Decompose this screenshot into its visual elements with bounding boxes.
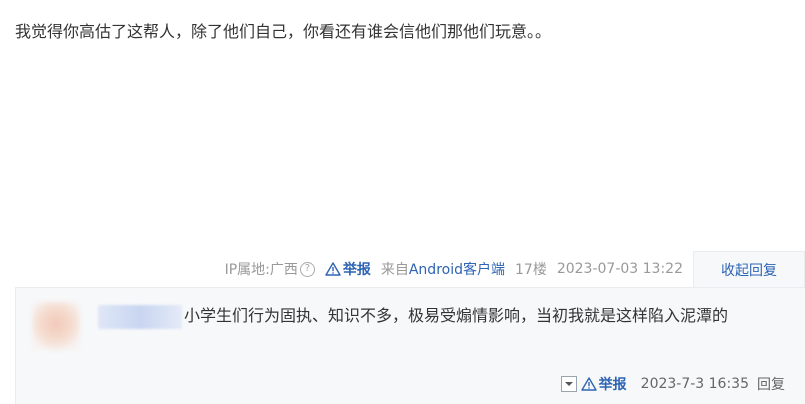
post-meta-bar: IP属地:广西 ? 举报 来自Android客户端 17楼 2023-07-03… bbox=[0, 251, 805, 287]
collapse-replies-button[interactable]: 收起回复 bbox=[693, 251, 805, 287]
reply-username[interactable] bbox=[98, 304, 182, 329]
reply-body: 小学生们行为固执、知识不多，极易受煽情影响，当初我就是这样陷入泥潭的 bbox=[98, 302, 790, 330]
question-circle-icon[interactable]: ? bbox=[299, 261, 315, 277]
post-timestamp: 2023-07-03 13:22 bbox=[556, 261, 683, 277]
post-meta-row: IP属地:广西 ? 举报 来自Android客户端 17楼 2023-07-03… bbox=[215, 251, 683, 287]
reply-meta-row: 举报 2023-7-3 16:35 回复 bbox=[560, 374, 785, 394]
reply-report-link[interactable]: 举报 bbox=[580, 374, 627, 394]
reply-button[interactable]: 回复 bbox=[757, 374, 785, 394]
ip-location-text: IP属地:广西 bbox=[224, 262, 298, 278]
report-link[interactable]: 举报 bbox=[325, 259, 371, 279]
source-client-link[interactable]: Android客户端 bbox=[409, 262, 505, 278]
floor-number: 17楼 bbox=[515, 262, 547, 278]
reply-report-label: 举报 bbox=[598, 377, 627, 393]
reply-list: 小学生们行为固执、知识不多，极易受煽情影响，当初我就是这样陷入泥潭的 举报 20… bbox=[15, 287, 805, 404]
post-content: 我觉得你高估了这帮人，除了他们自己，你看还有谁会信他们那他们玩意。。 bbox=[15, 22, 552, 41]
warning-triangle-icon bbox=[580, 377, 597, 391]
ip-location: IP属地:广西 ? bbox=[225, 259, 315, 279]
source-prefix: 来自 bbox=[380, 262, 409, 278]
reply-text: 小学生们行为固执、知识不多，极易受煽情影响，当初我就是这样陷入泥潭的 bbox=[184, 306, 729, 325]
post-source: 来自Android客户端 bbox=[381, 259, 505, 279]
chevron-down-icon[interactable] bbox=[560, 376, 577, 392]
avatar[interactable] bbox=[32, 302, 80, 350]
reply-timestamp: 2023-7-3 16:35 bbox=[640, 376, 749, 392]
warning-triangle-icon bbox=[325, 262, 341, 276]
report-label: 举报 bbox=[342, 262, 371, 278]
